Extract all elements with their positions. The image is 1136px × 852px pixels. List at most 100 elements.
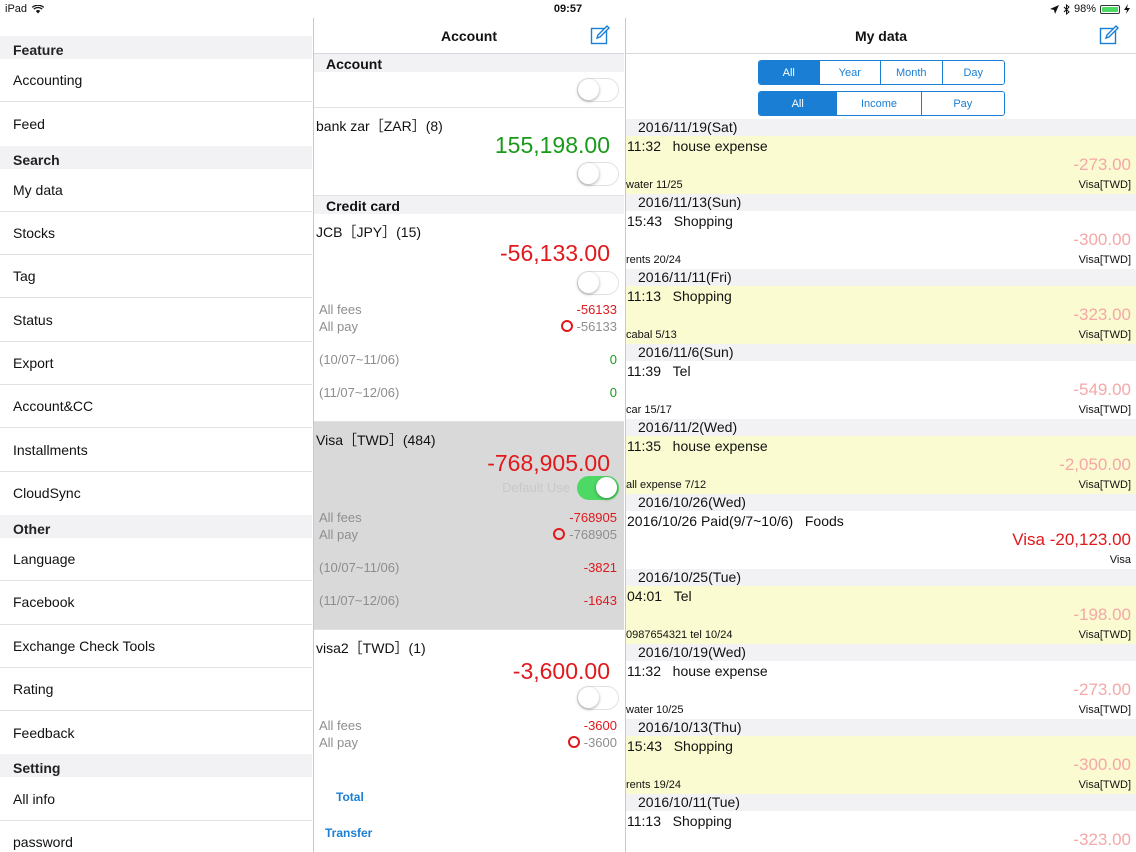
transaction-row[interactable]: 15:43 Shopping -300.00 rents 20/24 Visa[… bbox=[626, 211, 1136, 269]
status-bar: iPad 09:57 98% bbox=[0, 0, 1136, 18]
date-header: 2016/10/11(Tue) bbox=[626, 794, 1136, 811]
transaction-desc: Tel bbox=[673, 588, 692, 604]
all-pay-label: All pay bbox=[319, 319, 359, 334]
sidebar-item-feed[interactable]: Feed bbox=[0, 102, 312, 145]
all-fees-value: -768905 bbox=[569, 510, 617, 525]
all-fees-value: -3600 bbox=[583, 718, 617, 733]
charging-bolt-icon bbox=[1124, 4, 1130, 14]
sidebar-item-exchange-check-tools[interactable]: Exchange Check Tools bbox=[0, 625, 312, 668]
sidebar-item-status[interactable]: Status bbox=[0, 298, 312, 342]
location-arrow-icon bbox=[1049, 4, 1059, 14]
bank-zar-toggle[interactable] bbox=[577, 162, 619, 186]
sidebar-item-password[interactable]: password bbox=[0, 821, 312, 852]
type-segmented-control: All Income Pay bbox=[758, 91, 1005, 116]
sidebar-item-my-data[interactable]: My data bbox=[0, 169, 312, 212]
sidebar-item-language[interactable]: Language bbox=[0, 538, 312, 582]
compose-icon[interactable] bbox=[590, 25, 610, 45]
transaction-time-desc: 11:32 house expense bbox=[627, 138, 768, 154]
sidebar-item-stocks[interactable]: Stocks bbox=[0, 212, 312, 256]
transaction-note: car 15/17 bbox=[626, 404, 672, 416]
status-right: 98% bbox=[1049, 3, 1130, 15]
visa2-toggle[interactable] bbox=[577, 686, 619, 710]
compose-icon[interactable] bbox=[1099, 25, 1119, 45]
sidebar-item-feedback[interactable]: Feedback bbox=[0, 711, 312, 754]
account-row-jcb[interactable]: JCB［JPY］(15) -56,133.00 All fees -56133 … bbox=[314, 214, 624, 422]
transaction-row[interactable]: 15:43 Shopping -300.00 rents 19/24 Visa[… bbox=[626, 736, 1136, 794]
bluetooth-icon bbox=[1063, 3, 1070, 15]
period-value: 0 bbox=[609, 385, 617, 400]
account-row-visa2[interactable]: visa2［TWD］(1) -3,600.00 All fees -3600 A… bbox=[314, 630, 624, 770]
battery-percent: 98% bbox=[1073, 3, 1096, 15]
period-segmented-control: All Year Month Day bbox=[758, 60, 1005, 85]
sidebar-item-rating[interactable]: Rating bbox=[0, 668, 312, 712]
sidebar: Feature Accounting Feed Search My data S… bbox=[0, 18, 312, 852]
tab-all-type[interactable]: All bbox=[759, 92, 838, 115]
transaction-note: 0987654321 tel 10/24 bbox=[626, 629, 733, 641]
date-header: 2016/10/25(Tue) bbox=[626, 569, 1136, 586]
all-pay-value: -56133 bbox=[560, 319, 617, 334]
tab-all-period[interactable]: All bbox=[759, 61, 820, 84]
transaction-desc: house expense bbox=[672, 138, 768, 154]
sidebar-item-account-cc[interactable]: Account&CC bbox=[0, 385, 312, 429]
default-use-label: Default Use bbox=[502, 480, 570, 495]
transaction-note: water 11/25 bbox=[626, 179, 683, 191]
transfer-button[interactable]: Transfer bbox=[325, 826, 372, 840]
all-pay-label: All pay bbox=[319, 735, 359, 750]
tab-pay[interactable]: Pay bbox=[921, 92, 1004, 115]
transaction-note: rents 20/24 bbox=[626, 254, 682, 266]
transaction-time-desc: 11:13 Shopping bbox=[627, 288, 732, 304]
account-balance: 155,198.00 bbox=[494, 132, 610, 158]
my-data-pane: My data All Year Month Day All Income Pa… bbox=[625, 18, 1136, 852]
sidebar-item-all-info[interactable]: All info bbox=[0, 777, 312, 821]
transaction-card: Visa bbox=[1109, 554, 1131, 566]
date-header: 2016/11/11(Fri) bbox=[626, 269, 1136, 286]
transaction-row[interactable]: 11:35 house expense -2,050.00 all expens… bbox=[626, 436, 1136, 494]
jcb-toggle[interactable] bbox=[577, 271, 619, 295]
all-pay-value: -768905 bbox=[553, 527, 617, 542]
account-name: visa2［TWD］(1) bbox=[316, 640, 426, 656]
account-row-bank-zar[interactable]: bank zar［ZAR］(8) 155,198.00 bbox=[314, 108, 624, 196]
tab-year[interactable]: Year bbox=[819, 61, 882, 84]
transaction-amount: -2,050.00 bbox=[1059, 455, 1131, 474]
transaction-time-desc: 11:32 house expense bbox=[627, 663, 768, 679]
transaction-amount: -300.00 bbox=[1073, 755, 1131, 774]
transaction-row[interactable]: 04:01 Tel -198.00 0987654321 tel 10/24 V… bbox=[626, 586, 1136, 644]
tab-income[interactable]: Income bbox=[837, 92, 922, 115]
account-blank-row[interactable] bbox=[314, 72, 624, 108]
sidebar-item-facebook[interactable]: Facebook bbox=[0, 581, 312, 625]
account-pane: Account Account bank zar［ZAR］(8) 155,198… bbox=[313, 18, 624, 852]
transaction-time: 15:43 bbox=[627, 738, 663, 754]
transaction-time: 11:39 bbox=[627, 363, 661, 379]
date-header: 2016/10/13(Thu) bbox=[626, 719, 1136, 736]
account-row-visa[interactable]: Visa［TWD］(484) -768,905.00 Default Use A… bbox=[314, 422, 624, 630]
total-button[interactable]: Total bbox=[336, 790, 364, 804]
sidebar-item-cloudsync[interactable]: CloudSync bbox=[0, 472, 312, 515]
transaction-note: all expense 7/12 bbox=[626, 479, 707, 491]
section-header-feature: Feature bbox=[0, 36, 312, 59]
transaction-row[interactable]: 11:39 Tel -549.00 car 15/17 Visa[TWD] bbox=[626, 361, 1136, 419]
transaction-amount: Visa -20,123.00 bbox=[1012, 530, 1131, 549]
date-header: 2016/10/19(Wed) bbox=[626, 644, 1136, 661]
transaction-time-desc: 11:13 Shopping bbox=[627, 813, 732, 829]
account-blank-toggle[interactable] bbox=[577, 78, 619, 102]
transaction-time-desc: 11:35 house expense bbox=[627, 438, 768, 454]
all-fees-value: -56133 bbox=[576, 302, 617, 317]
circle-icon bbox=[553, 528, 566, 540]
sidebar-item-accounting[interactable]: Accounting bbox=[0, 59, 312, 103]
tab-day[interactable]: Day bbox=[942, 61, 1004, 84]
transaction-time: 11:13 bbox=[627, 288, 661, 304]
transaction-row[interactable]: 11:32 house expense -273.00 water 10/25 … bbox=[626, 661, 1136, 719]
sidebar-item-export[interactable]: Export bbox=[0, 342, 312, 386]
transaction-card: Visa[TWD] bbox=[1078, 329, 1131, 341]
visa-default-toggle[interactable] bbox=[577, 476, 619, 500]
transaction-row[interactable]: 11:13 Shopping -323.00 bbox=[626, 811, 1136, 852]
transaction-row[interactable]: 11:32 house expense -273.00 water 11/25 … bbox=[626, 136, 1136, 194]
transaction-time: 2016/10/26 Paid(9/7~10/6) bbox=[627, 513, 794, 529]
transaction-desc: Shopping bbox=[673, 738, 733, 754]
tab-month[interactable]: Month bbox=[881, 61, 943, 84]
transaction-row[interactable]: 2016/10/26 Paid(9/7~10/6) Foods Visa -20… bbox=[626, 511, 1136, 569]
sidebar-item-installments[interactable]: Installments bbox=[0, 428, 312, 472]
sidebar-item-tag[interactable]: Tag bbox=[0, 255, 312, 299]
transaction-amount: -549.00 bbox=[1073, 380, 1131, 399]
transaction-row[interactable]: 11:13 Shopping -323.00 cabal 5/13 Visa[T… bbox=[626, 286, 1136, 344]
